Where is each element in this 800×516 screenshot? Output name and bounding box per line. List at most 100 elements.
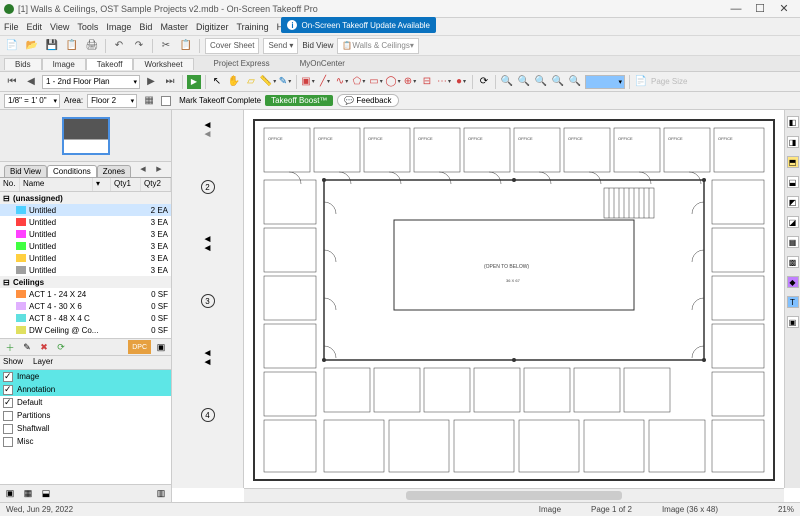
rect-tool-icon[interactable]: ▭ bbox=[369, 75, 383, 89]
dpc-button[interactable]: DPC bbox=[128, 340, 151, 354]
rail-tool-1-icon[interactable]: ◧ bbox=[787, 116, 799, 128]
update-notice[interactable]: i On-Screen Takeoff Update Available bbox=[281, 17, 436, 33]
col-qty2[interactable]: Qty2 bbox=[141, 178, 171, 191]
zoom-window-icon[interactable]: 🔍 bbox=[551, 75, 565, 89]
rail-tool-11-icon[interactable]: ▣ bbox=[787, 316, 799, 328]
delete-condition-icon[interactable]: ✖ bbox=[37, 340, 51, 354]
col-qty1[interactable]: Qty1 bbox=[111, 178, 141, 191]
close-button[interactable]: ✕ bbox=[772, 2, 796, 15]
takeoff-boost-button[interactable]: Takeoff Boost™ bbox=[265, 95, 333, 106]
condition-row[interactable]: ACT 8 - 48 X 4 C0 SF bbox=[0, 312, 171, 324]
prev-page-icon[interactable]: ◀ bbox=[23, 74, 39, 90]
expand-icon[interactable]: ▣ bbox=[154, 340, 168, 354]
area-tool-icon[interactable]: ⬠ bbox=[352, 75, 366, 89]
col-sort-icon[interactable]: ▾ bbox=[93, 178, 111, 191]
layer-row[interactable]: Misc bbox=[0, 435, 171, 448]
layer-row[interactable]: Default bbox=[0, 396, 171, 409]
stop-icon[interactable]: ● bbox=[454, 75, 468, 89]
condition-row[interactable]: ACT 4 - 30 X 60 SF bbox=[0, 300, 171, 312]
zoom-level-dropdown[interactable] bbox=[585, 75, 625, 89]
layer-checkbox[interactable] bbox=[3, 411, 13, 421]
new-icon[interactable]: 📄 bbox=[4, 38, 20, 54]
menu-training[interactable]: Training bbox=[236, 22, 268, 32]
layer-checkbox[interactable] bbox=[3, 372, 13, 382]
rail-tool-2-icon[interactable]: ◨ bbox=[787, 136, 799, 148]
zoom-in-icon[interactable]: 🔍 bbox=[500, 75, 514, 89]
conditions-list[interactable]: ⊟(unassigned)Untitled2 EAUntitled3 EAUnt… bbox=[0, 192, 171, 338]
cover-sheet-button[interactable]: Cover Sheet bbox=[205, 38, 259, 54]
condition-group[interactable]: ⊟Ceilings bbox=[0, 276, 171, 288]
layer-checkbox[interactable] bbox=[3, 398, 13, 408]
linear2-tool-icon[interactable]: ∿ bbox=[335, 75, 349, 89]
select-tool-icon[interactable]: ↖ bbox=[210, 75, 224, 89]
rail-tool-8-icon[interactable]: ▩ bbox=[787, 256, 799, 268]
tab-bid-view[interactable]: Bid View bbox=[4, 165, 47, 177]
rail-tool-5-icon[interactable]: ◩ bbox=[787, 196, 799, 208]
backout-tool-icon[interactable]: ⊟ bbox=[420, 75, 434, 89]
open-icon[interactable]: 📂 bbox=[24, 38, 40, 54]
col-no[interactable]: No. bbox=[0, 178, 20, 191]
tab-takeoff[interactable]: Takeoff bbox=[86, 58, 134, 70]
zoom-out-icon[interactable]: 🔍 bbox=[517, 75, 531, 89]
menu-bid[interactable]: Bid bbox=[139, 22, 152, 32]
layer-row[interactable]: Partitions bbox=[0, 409, 171, 422]
condition-row[interactable]: Untitled3 EA bbox=[0, 216, 171, 228]
project-express-label[interactable]: Project Express bbox=[214, 59, 270, 68]
mark-complete-checkbox[interactable] bbox=[161, 96, 171, 106]
drawing-canvas[interactable]: ◄◄ 2 ◄◄ 3 ◄◄ 4 bbox=[172, 110, 800, 502]
attach-tool-icon[interactable]: ⊕ bbox=[403, 75, 417, 89]
refresh-condition-icon[interactable]: ⟳ bbox=[54, 340, 68, 354]
horizontal-scrollbar[interactable] bbox=[244, 488, 784, 502]
rail-tool-3-icon[interactable]: ⬒ bbox=[787, 156, 799, 168]
condition-row[interactable]: Untitled3 EA bbox=[0, 228, 171, 240]
layer-checkbox[interactable] bbox=[3, 385, 13, 395]
layer-checkbox[interactable] bbox=[3, 437, 13, 447]
pan-tool-icon[interactable]: ✋ bbox=[227, 75, 241, 89]
project-dropdown[interactable]: 📋 Walls & Ceilings ▾ bbox=[337, 38, 418, 54]
condition-row[interactable]: ACT 1 - 24 X 240 SF bbox=[0, 288, 171, 300]
measure-icon[interactable]: 📏 bbox=[261, 75, 275, 89]
save-icon[interactable]: 💾 bbox=[44, 38, 60, 54]
more-tool-icon[interactable]: ⋯ bbox=[437, 75, 451, 89]
condition-row[interactable]: Untitled3 EA bbox=[0, 264, 171, 276]
condition-row[interactable]: DW Ceiling @ Co...0 SF bbox=[0, 324, 171, 336]
count-tool-icon[interactable]: ▣ bbox=[301, 75, 315, 89]
curve-tool-icon[interactable]: ◯ bbox=[386, 75, 400, 89]
menu-view[interactable]: View bbox=[50, 22, 69, 32]
print-icon[interactable]: 🖨 bbox=[84, 38, 100, 54]
condition-group[interactable]: ⊟(unassigned) bbox=[0, 192, 171, 204]
next-tab-icon[interactable]: ▶ bbox=[151, 161, 167, 177]
edit-condition-icon[interactable]: ✎ bbox=[20, 340, 34, 354]
play-icon[interactable]: ▶ bbox=[187, 75, 201, 89]
zoom-extent-icon[interactable]: 🔍 bbox=[568, 75, 582, 89]
menu-image[interactable]: Image bbox=[106, 22, 131, 32]
linear-tool-icon[interactable]: ╱ bbox=[318, 75, 332, 89]
send-button[interactable]: Send ▾ bbox=[263, 38, 298, 54]
redo-icon[interactable]: ↷ bbox=[131, 38, 147, 54]
layer-tool-2-icon[interactable]: ▦ bbox=[21, 487, 35, 501]
area-dropdown[interactable]: Floor 2 bbox=[87, 94, 137, 108]
tab-zones[interactable]: Zones bbox=[97, 165, 131, 177]
condition-row[interactable]: Untitled3 EA bbox=[0, 240, 171, 252]
last-page-icon[interactable]: ⏭ bbox=[162, 74, 178, 90]
rail-tool-10-icon[interactable]: T bbox=[787, 296, 799, 308]
feedback-button[interactable]: 💬 Feedback bbox=[337, 94, 398, 107]
tab-conditions[interactable]: Conditions bbox=[47, 165, 97, 177]
area-tool-icon-2[interactable]: ▦ bbox=[141, 93, 157, 109]
menu-tools[interactable]: Tools bbox=[77, 22, 98, 32]
rail-tool-9-icon[interactable]: ◆ bbox=[787, 276, 799, 288]
tab-image[interactable]: Image bbox=[42, 58, 86, 70]
first-page-icon[interactable]: ⏮ bbox=[4, 74, 20, 90]
zoom-fit-icon[interactable]: 🔍 bbox=[534, 75, 548, 89]
rail-tool-4-icon[interactable]: ⬓ bbox=[787, 176, 799, 188]
page-size-icon[interactable]: 📄 bbox=[634, 75, 648, 89]
menu-master[interactable]: Master bbox=[160, 22, 188, 32]
undo-icon[interactable]: ↶ bbox=[111, 38, 127, 54]
rail-tool-7-icon[interactable]: ▦ bbox=[787, 236, 799, 248]
scale-dropdown[interactable]: 1/8" = 1' 0" bbox=[4, 94, 60, 108]
paste-icon[interactable]: 📋 bbox=[178, 38, 194, 54]
tab-bids[interactable]: Bids bbox=[4, 58, 42, 70]
minimize-button[interactable]: — bbox=[724, 3, 748, 15]
next-page-icon[interactable]: ▶ bbox=[143, 74, 159, 90]
condition-row[interactable]: Untitled2 EA bbox=[0, 204, 171, 216]
